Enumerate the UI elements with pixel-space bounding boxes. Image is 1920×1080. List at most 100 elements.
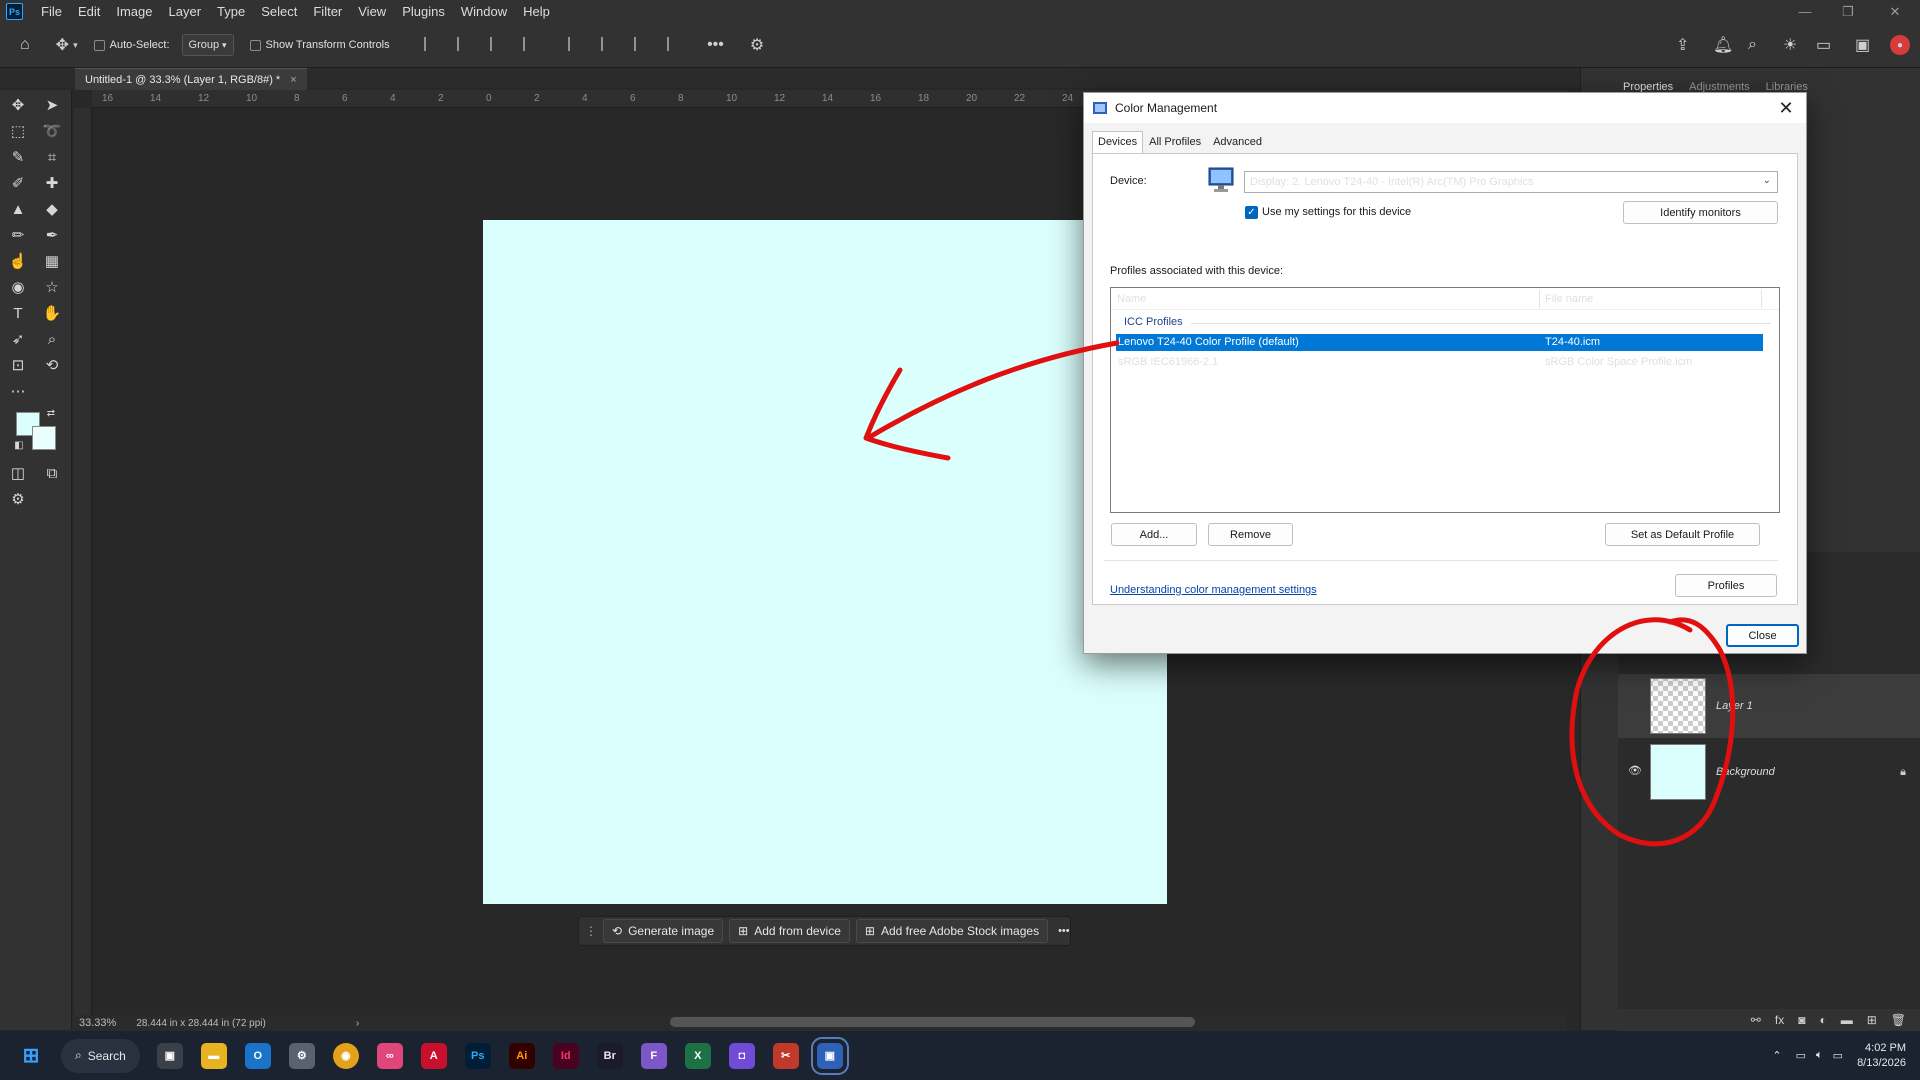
zoom-tool-icon[interactable]: ⌕ bbox=[40, 328, 64, 350]
rotate-view-icon[interactable]: ⟲ bbox=[40, 354, 64, 376]
drag-handle-icon[interactable]: ⋮ bbox=[585, 924, 597, 938]
magic-wand-icon[interactable]: ✎ bbox=[6, 146, 30, 168]
close-button[interactable]: Close bbox=[1726, 624, 1799, 647]
move-tool-icon[interactable]: ✥ bbox=[6, 94, 30, 116]
chevron-up-icon[interactable]: ⌃ bbox=[1772, 1049, 1781, 1062]
search-icon[interactable]: ⌕ bbox=[1748, 36, 1757, 54]
type-tool-icon[interactable]: T bbox=[6, 302, 30, 324]
path-select-icon[interactable]: ➶ bbox=[6, 328, 30, 350]
profiles-list[interactable]: Name File name ICC Profiles Lenovo T24-4… bbox=[1110, 287, 1780, 513]
more-options-icon[interactable]: ••• bbox=[707, 36, 724, 54]
zoom-level[interactable]: 33.33% bbox=[79, 1017, 116, 1029]
menu-layer[interactable]: Layer bbox=[161, 4, 210, 19]
close-tab-icon[interactable]: × bbox=[290, 74, 296, 86]
lightbulb-icon[interactable]: ☀ bbox=[1783, 35, 1797, 55]
align-bottom-icon[interactable] bbox=[634, 36, 652, 51]
visibility-eye-icon[interactable]: 👁︎ bbox=[1628, 764, 1642, 777]
mask-icon[interactable]: ◙ bbox=[1798, 1013, 1805, 1027]
workspace-icon[interactable]: ▭ bbox=[1816, 35, 1831, 55]
distribute-icon[interactable] bbox=[522, 36, 541, 51]
lasso-tool-icon[interactable]: ➰ bbox=[40, 120, 64, 142]
tab-devices[interactable]: Devices bbox=[1092, 131, 1144, 153]
artboard-tool-icon[interactable]: ➤ bbox=[40, 94, 64, 116]
gradient-tool-icon[interactable]: ▦ bbox=[40, 250, 64, 272]
align-left-icon[interactable] bbox=[423, 36, 442, 51]
adobe-stock-button[interactable]: ⊞ Add free Adobe Stock images bbox=[855, 919, 1049, 943]
align-middle-icon[interactable] bbox=[600, 36, 619, 51]
marquee-tool-icon[interactable]: ⬚ bbox=[6, 120, 30, 142]
add-from-device-button[interactable]: ⊞ Add from device bbox=[729, 919, 850, 943]
close-icon[interactable]: ✕ bbox=[1772, 95, 1800, 121]
stamp-tool-icon[interactable]: ▲ bbox=[6, 198, 30, 220]
task-view-icon[interactable]: ▣ bbox=[156, 1042, 183, 1069]
align-center-icon[interactable] bbox=[456, 36, 475, 51]
column-filename-header[interactable]: File name bbox=[1545, 293, 1593, 305]
bridge-icon[interactable]: Br bbox=[596, 1042, 623, 1069]
folder-icon[interactable]: ▬ bbox=[1841, 1013, 1853, 1027]
share-icon[interactable]: ⇪ bbox=[1676, 35, 1689, 55]
link-layers-icon[interactable]: ⚯ bbox=[1751, 1013, 1761, 1027]
swap-colors-icon[interactable]: ⇄ bbox=[44, 406, 58, 420]
crop-tool-icon[interactable]: ⌗ bbox=[40, 146, 64, 168]
fresco-icon[interactable]: F bbox=[640, 1042, 667, 1069]
outlook-icon[interactable]: O bbox=[244, 1042, 271, 1069]
menu-file[interactable]: File bbox=[33, 4, 70, 19]
windows-start-icon[interactable]: ⊞ bbox=[18, 1043, 44, 1069]
healing-brush-icon[interactable]: ✚ bbox=[40, 172, 64, 194]
eyedropper-icon[interactable]: ✐ bbox=[6, 172, 30, 194]
column-name-header[interactable]: Name bbox=[1117, 293, 1146, 305]
copilot-icon[interactable]: ◘ bbox=[728, 1042, 755, 1069]
chrome-icon[interactable]: ◉ bbox=[332, 1042, 359, 1069]
list-item[interactable]: Lenovo T24-40 Color Profile (default) T2… bbox=[1116, 334, 1763, 351]
pen-tool-icon[interactable]: ✒ bbox=[40, 224, 64, 246]
volume-icon[interactable]: 🔈︎ bbox=[1816, 1049, 1823, 1062]
creative-cloud-icon[interactable]: ∞ bbox=[376, 1042, 403, 1069]
taskbar-search[interactable]: ⌕ Search bbox=[61, 1038, 140, 1073]
document-canvas[interactable] bbox=[483, 220, 1167, 904]
menu-plugins[interactable]: Plugins bbox=[394, 4, 453, 19]
frame-tool-icon[interactable]: ⊡ bbox=[6, 354, 30, 376]
profiles-button[interactable]: Profiles bbox=[1675, 574, 1777, 597]
eraser-icon[interactable]: ◆ bbox=[40, 198, 64, 220]
move-tool-icon[interactable]: ✥ bbox=[56, 35, 69, 55]
close-window-icon[interactable]: ✕ bbox=[1880, 0, 1910, 23]
distribute-vertical-icon[interactable] bbox=[667, 36, 685, 51]
generative-icon[interactable]: ⚙ bbox=[6, 488, 30, 510]
color-management-taskbar-icon[interactable]: ▣ bbox=[810, 1036, 849, 1075]
settings-icon[interactable]: ⚙ bbox=[288, 1042, 315, 1069]
tab-advanced[interactable]: Advanced bbox=[1207, 131, 1268, 153]
quick-mask-icon[interactable]: ◫ bbox=[6, 462, 30, 484]
align-right-icon[interactable] bbox=[489, 36, 508, 51]
more-tools-icon[interactable]: ⋯ bbox=[6, 380, 30, 402]
dodge-tool-icon[interactable]: ◉ bbox=[6, 276, 30, 298]
auto-select-checkbox[interactable]: Auto-Select: bbox=[93, 39, 170, 51]
adjustment-icon[interactable]: ◐ bbox=[1819, 1013, 1826, 1027]
menu-select[interactable]: Select bbox=[253, 4, 305, 19]
layer-row[interactable]: Layer 1 bbox=[1618, 674, 1920, 738]
restore-icon[interactable]: ❐ bbox=[1833, 0, 1863, 23]
new-layer-icon[interactable]: ⊞ bbox=[1867, 1013, 1877, 1027]
trash-icon[interactable]: 🗑︎ bbox=[1891, 1013, 1906, 1027]
bell-icon[interactable]: 🔔︎ bbox=[1713, 35, 1733, 55]
device-select[interactable]: Display: 2. Lenovo T24-40 - Intel(R) Arc… bbox=[1244, 171, 1778, 193]
fx-icon[interactable]: fx bbox=[1775, 1013, 1784, 1027]
group-dropdown[interactable]: Group ▾ bbox=[181, 34, 234, 56]
color-management-help-link[interactable]: Understanding color management settings bbox=[1110, 584, 1317, 596]
menu-view[interactable]: View bbox=[350, 4, 394, 19]
avatar[interactable]: ● bbox=[1890, 35, 1910, 55]
chevron-down-icon[interactable]: ▾ bbox=[73, 40, 78, 51]
use-settings-checkbox[interactable]: ✓ bbox=[1245, 206, 1258, 219]
brush-tool-icon[interactable]: ✏ bbox=[6, 224, 30, 246]
horizontal-scrollbar[interactable] bbox=[670, 1017, 1195, 1027]
menu-image[interactable]: Image bbox=[108, 4, 160, 19]
more-options-icon[interactable]: ••• bbox=[1058, 925, 1070, 937]
acrobat-icon[interactable]: A bbox=[420, 1042, 447, 1069]
snipping-tool-icon[interactable]: ✂ bbox=[772, 1042, 799, 1069]
add-profile-button[interactable]: Add... bbox=[1111, 523, 1197, 546]
menu-type[interactable]: Type bbox=[209, 4, 253, 19]
document-tab[interactable]: Untitled-1 @ 33.3% (Layer 1, RGB/8#) * × bbox=[75, 68, 307, 90]
align-top-icon[interactable] bbox=[567, 36, 586, 51]
hand-tool-icon[interactable]: ✋ bbox=[40, 302, 64, 324]
network-icon[interactable]: ▭ bbox=[1796, 1049, 1806, 1062]
menu-edit[interactable]: Edit bbox=[70, 4, 108, 19]
